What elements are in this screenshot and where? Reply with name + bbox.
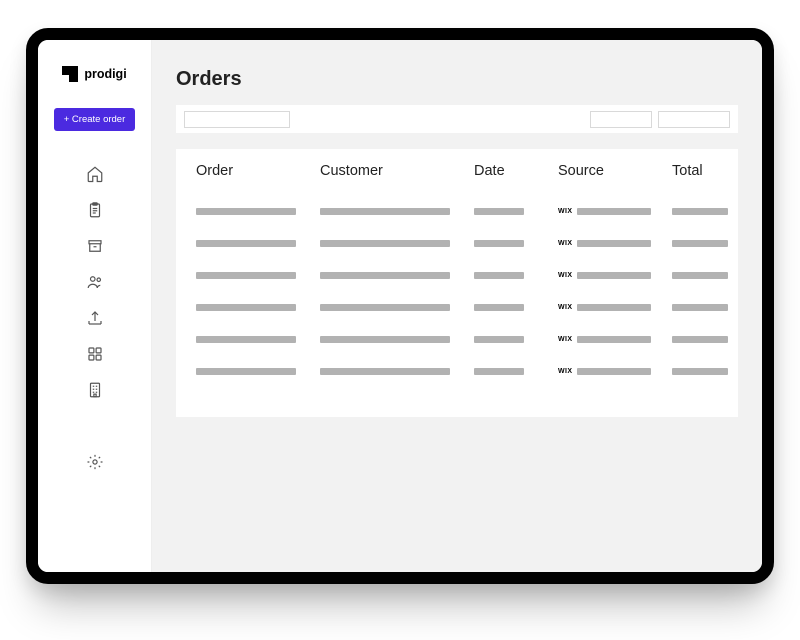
cell-order-placeholder [196, 208, 296, 215]
cell-source-placeholder [577, 304, 651, 311]
cell-source: WIX [558, 336, 668, 343]
cell-customer-placeholder [320, 240, 450, 247]
clipboard-icon[interactable] [86, 201, 104, 219]
cell-date-placeholder [474, 368, 524, 375]
table-row[interactable]: WIX [196, 259, 718, 291]
col-total: Total [672, 163, 742, 179]
cell-date-placeholder [474, 272, 524, 279]
cell-total-placeholder [672, 304, 728, 311]
tablet-frame: prodigi + Create order [26, 28, 774, 584]
cell-total-placeholder [672, 368, 728, 375]
cell-source-placeholder [577, 208, 651, 215]
users-icon[interactable] [86, 273, 104, 291]
col-customer: Customer [320, 163, 470, 179]
cell-customer-placeholder [320, 304, 450, 311]
cell-customer-placeholder [320, 208, 450, 215]
source-tag: WIX [558, 240, 572, 247]
filter-bar [176, 105, 738, 133]
col-source: Source [558, 163, 668, 179]
app-screen: prodigi + Create order [38, 40, 762, 572]
col-date: Date [474, 163, 554, 179]
sidebar: prodigi + Create order [38, 40, 152, 572]
cell-source-placeholder [577, 368, 651, 375]
cell-customer-placeholder [320, 272, 450, 279]
cell-total-placeholder [672, 240, 728, 247]
archive-icon[interactable] [86, 237, 104, 255]
cell-total-placeholder [672, 208, 728, 215]
cell-order-placeholder [196, 368, 296, 375]
page-title: Orders [176, 68, 738, 91]
cell-source: WIX [558, 240, 668, 247]
table-row[interactable]: WIX [196, 291, 718, 323]
table-row[interactable]: WIX [196, 195, 718, 227]
cell-source-placeholder [577, 336, 651, 343]
table-row[interactable]: WIX [196, 323, 718, 355]
sidebar-nav [86, 165, 104, 471]
cell-source: WIX [558, 368, 668, 375]
home-icon[interactable] [86, 165, 104, 183]
cell-source: WIX [558, 272, 668, 279]
cell-source-placeholder [577, 240, 651, 247]
cell-order-placeholder [196, 272, 296, 279]
cell-order-placeholder [196, 304, 296, 311]
source-tag: WIX [558, 304, 572, 311]
source-tag: WIX [558, 272, 572, 279]
cell-source: WIX [558, 304, 668, 311]
cell-date-placeholder [474, 208, 524, 215]
main-content: Orders Order Customer Date Source Total … [152, 40, 762, 572]
cell-customer-placeholder [320, 368, 450, 375]
filter-dropdown-a[interactable] [590, 111, 652, 128]
cell-date-placeholder [474, 240, 524, 247]
search-input[interactable] [184, 111, 290, 128]
source-tag: WIX [558, 208, 572, 215]
cell-order-placeholder [196, 336, 296, 343]
upload-icon[interactable] [86, 309, 104, 327]
source-tag: WIX [558, 336, 572, 343]
brand-name: prodigi [84, 67, 126, 81]
settings-icon[interactable] [86, 453, 104, 471]
cell-order-placeholder [196, 240, 296, 247]
cell-source: WIX [558, 208, 668, 215]
table-body: WIX WIX WIX WIX WIX WIX [196, 195, 718, 387]
col-order: Order [196, 163, 316, 179]
building-icon[interactable] [86, 381, 104, 399]
cell-source-placeholder [577, 272, 651, 279]
create-order-button[interactable]: + Create order [54, 108, 136, 131]
cell-date-placeholder [474, 336, 524, 343]
table-row[interactable]: WIX [196, 227, 718, 259]
grid-icon[interactable] [86, 345, 104, 363]
brand-logo-icon [62, 66, 78, 82]
filter-dropdown-b[interactable] [658, 111, 730, 128]
cell-total-placeholder [672, 336, 728, 343]
orders-table: Order Customer Date Source Total WIXWIXW… [176, 149, 738, 417]
cell-total-placeholder [672, 272, 728, 279]
brand: prodigi [62, 66, 126, 82]
table-row[interactable]: WIX [196, 355, 718, 387]
source-tag: WIX [558, 368, 572, 375]
cell-date-placeholder [474, 304, 524, 311]
cell-customer-placeholder [320, 336, 450, 343]
table-header-row: Order Customer Date Source Total [196, 163, 718, 179]
